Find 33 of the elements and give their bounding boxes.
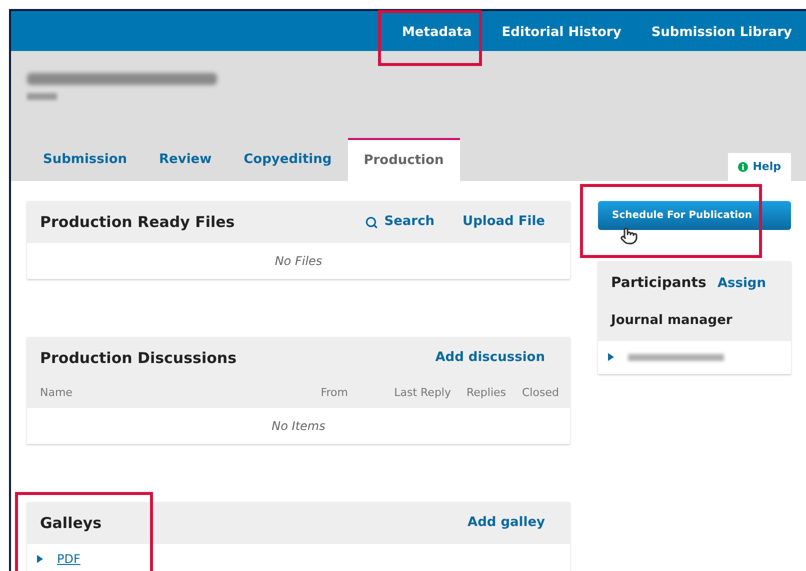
expand-triangle-icon[interactable] (37, 555, 43, 563)
tab[interactable]: Copyediting (228, 138, 348, 181)
column-header: Last Reply (393, 385, 451, 402)
schedule-button[interactable]: Schedule For Publication (598, 201, 791, 230)
panel-title: Galleys (40, 512, 102, 534)
column-header: Replies (466, 385, 506, 402)
help-tab[interactable]: Help (728, 153, 791, 181)
empty-message: No Items (272, 418, 326, 435)
tab[interactable]: Submission (27, 138, 144, 181)
action-link[interactable]: Add discussion (435, 348, 545, 368)
expand-triangle-icon[interactable] (608, 353, 614, 361)
column-header: Name (40, 385, 74, 402)
action-link[interactable]: Add galley (468, 513, 545, 533)
search-icon (365, 216, 378, 228)
nav-link[interactable]: Submission Library (651, 25, 792, 40)
group-name: Journal manager (611, 312, 734, 330)
empty-message: No Files (274, 253, 322, 270)
blurred-subtitle (27, 93, 57, 100)
info-icon (738, 162, 748, 172)
panel-title: Participants (611, 274, 706, 293)
assign-link[interactable]: Assign (717, 274, 766, 294)
panel-title: Production Ready Files (40, 212, 235, 233)
panel-title: Production Discussions (40, 348, 237, 369)
nav-link[interactable]: Metadata (402, 25, 472, 40)
action-link[interactable]: Upload File (462, 212, 545, 232)
tab[interactable]: Production (348, 138, 460, 181)
tab[interactable]: Review (143, 138, 228, 181)
galley-link[interactable]: PDF (57, 550, 80, 568)
nav-link[interactable]: Editorial History (502, 25, 622, 40)
column-header: Closed (522, 385, 556, 402)
column-header: From (320, 385, 348, 402)
hand-pointer-icon (620, 227, 638, 245)
search-link[interactable]: Search (365, 212, 435, 232)
